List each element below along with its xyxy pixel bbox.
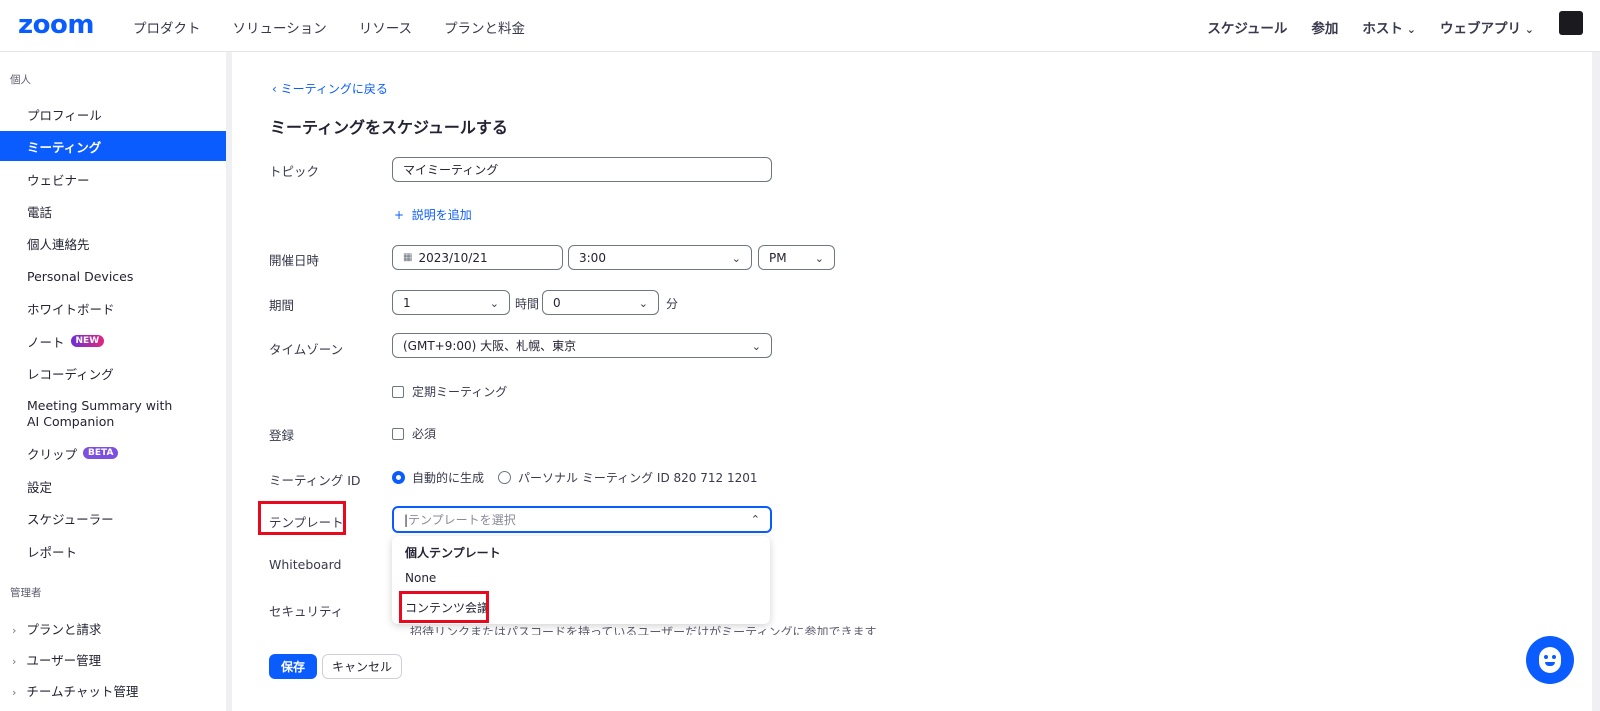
timezone-select[interactable]: (GMT+9:00) 大阪、札幌、東京 ⌄ (392, 333, 772, 358)
sidebar-item-personal-devices[interactable]: Personal Devices (0, 261, 226, 291)
sidebar-item-contacts[interactable]: 個人連絡先 (0, 228, 226, 258)
nav-schedule[interactable]: スケジュール (1207, 17, 1287, 37)
minutes-select[interactable]: 0 ⌄ (542, 290, 659, 315)
secondary-nav: スケジュール 参加 ホスト ウェブアプリ (1207, 17, 1534, 37)
sidebar-item-phone[interactable]: 電話 (0, 196, 226, 226)
top-navigation-bar: zoom プロダクト ソリューション リソース プランと料金 スケジュール 参加… (0, 0, 1600, 52)
sidebar: 個人 プロフィール ミーティング ウェビナー 電話 個人連絡先 Personal… (0, 52, 232, 711)
sidebar-item-meeting-summary[interactable]: Meeting Summary with AI Companion (0, 394, 226, 434)
chevron-down-icon: ⌄ (638, 297, 648, 310)
security-label: セキュリティ (269, 604, 344, 619)
chat-assistant-button[interactable] (1526, 636, 1574, 684)
sidebar-item-profile[interactable]: プロフィール (0, 99, 226, 129)
security-note: 招待リンクまたはパスコードを持っているユーザーだけがミーティングに参加できます (410, 625, 877, 635)
chatbot-icon (1539, 647, 1561, 673)
beta-badge: BETA (83, 447, 119, 459)
page-title: ミーティングをスケジュールする (270, 118, 508, 137)
hours-select[interactable]: 1 ⌄ (392, 290, 510, 315)
sidebar-section-admin: 管理者 (10, 587, 42, 599)
sidebar-item-meetings[interactable]: ミーティング (0, 131, 226, 161)
sidebar-item-whiteboards[interactable]: ホワイトボード (0, 293, 226, 323)
chevron-right-icon: › (12, 686, 17, 699)
sidebar-item-scheduler[interactable]: スケジューラー (0, 503, 226, 533)
dropdown-group-header: 個人テンプレート (405, 546, 501, 560)
plus-icon: + (394, 208, 412, 222)
datetime-label: 開催日時 (269, 253, 320, 268)
registration-label: 登録 (269, 428, 295, 443)
chevron-down-icon: ⌄ (751, 340, 761, 353)
save-button[interactable]: 保存 (269, 654, 317, 679)
checkbox[interactable] (392, 385, 404, 398)
back-to-meetings-link[interactable]: ‹ ミーティングに戻る (272, 80, 388, 97)
zoom-logo[interactable]: zoom (18, 10, 94, 40)
nav-products[interactable]: プロダクト (133, 17, 201, 37)
primary-nav: プロダクト ソリューション リソース プランと料金 (133, 17, 525, 37)
template-dropdown-menu: 個人テンプレート None コンテンツ会議 (392, 536, 770, 624)
chevron-left-icon: ‹ (272, 82, 281, 96)
minutes-unit: 分 (666, 297, 679, 311)
whiteboard-label: Whiteboard (269, 557, 342, 572)
duration-label: 期間 (269, 298, 295, 313)
new-badge: NEW (70, 335, 105, 347)
calendar-icon: ▦ (403, 252, 413, 263)
sidebar-item-recordings[interactable]: レコーディング (0, 358, 226, 388)
recurring-checkbox[interactable]: 定期ミーティング (392, 383, 507, 400)
template-label: テンプレート (269, 515, 344, 530)
chevron-right-icon: › (12, 624, 17, 637)
sidebar-item-clips[interactable]: クリップ BETA (0, 438, 226, 468)
nav-resources[interactable]: リソース (359, 17, 412, 37)
date-picker[interactable]: ▦ 2023/10/21 (392, 245, 563, 270)
hours-unit: 時間 (515, 297, 540, 311)
sidebar-item-notes[interactable]: ノート NEW (0, 326, 226, 356)
meeting-id-label: ミーティング ID (269, 473, 361, 488)
radio-selected[interactable] (392, 471, 405, 484)
nav-pricing[interactable]: プランと料金 (444, 17, 525, 37)
chevron-right-icon: › (12, 655, 17, 668)
topic-label: トピック (269, 164, 320, 179)
chevron-down-icon: ⌄ (489, 297, 499, 310)
page-scrollbar[interactable] (1592, 52, 1600, 711)
topic-input[interactable]: マイミーティング (392, 157, 772, 182)
nav-webapp-dropdown[interactable]: ウェブアプリ (1440, 17, 1534, 37)
chevron-down-icon: ⌄ (731, 252, 741, 265)
ampm-select[interactable]: PM ⌄ (758, 245, 835, 270)
radio-unselected[interactable] (498, 471, 511, 484)
add-description-link[interactable]: + 説明を追加 (394, 206, 472, 223)
sidebar-item-settings[interactable]: 設定 (0, 471, 226, 501)
sidebar-item-team-chat-admin[interactable]: › チームチャット管理 (12, 681, 138, 700)
nav-solutions[interactable]: ソリューション (233, 17, 327, 37)
sidebar-item-webinars[interactable]: ウェビナー (0, 164, 226, 194)
sidebar-item-reports[interactable]: レポート (0, 536, 226, 566)
sidebar-item-plans-billing[interactable]: › プランと請求 (12, 619, 101, 638)
checkbox[interactable] (392, 427, 404, 440)
sidebar-section-personal: 個人 (10, 74, 31, 86)
option-highlight (399, 591, 489, 623)
timezone-label: タイムゾーン (269, 342, 344, 357)
template-option-none[interactable]: None (405, 571, 436, 585)
nav-host-dropdown[interactable]: ホスト (1362, 17, 1416, 37)
chevron-up-icon: ⌃ (750, 513, 760, 526)
chevron-down-icon: ⌄ (814, 252, 824, 265)
sidebar-item-user-management[interactable]: › ユーザー管理 (12, 650, 101, 669)
main-content: ‹ ミーティングに戻る ミーティングをスケジュールする トピック マイミーティン… (232, 52, 1600, 711)
template-select[interactable]: | テンプレートを選択 ⌃ (392, 506, 772, 533)
personal-id-radio[interactable]: パーソナル ミーティング ID 820 712 1201 (498, 469, 757, 486)
registration-required-checkbox[interactable]: 必須 (392, 425, 436, 442)
nav-join[interactable]: 参加 (1311, 17, 1338, 37)
time-select[interactable]: 3:00 ⌄ (568, 245, 752, 270)
auto-generate-radio[interactable]: 自動的に生成 (392, 469, 484, 486)
cancel-button[interactable]: キャンセル (322, 654, 402, 679)
user-avatar[interactable] (1559, 11, 1583, 35)
